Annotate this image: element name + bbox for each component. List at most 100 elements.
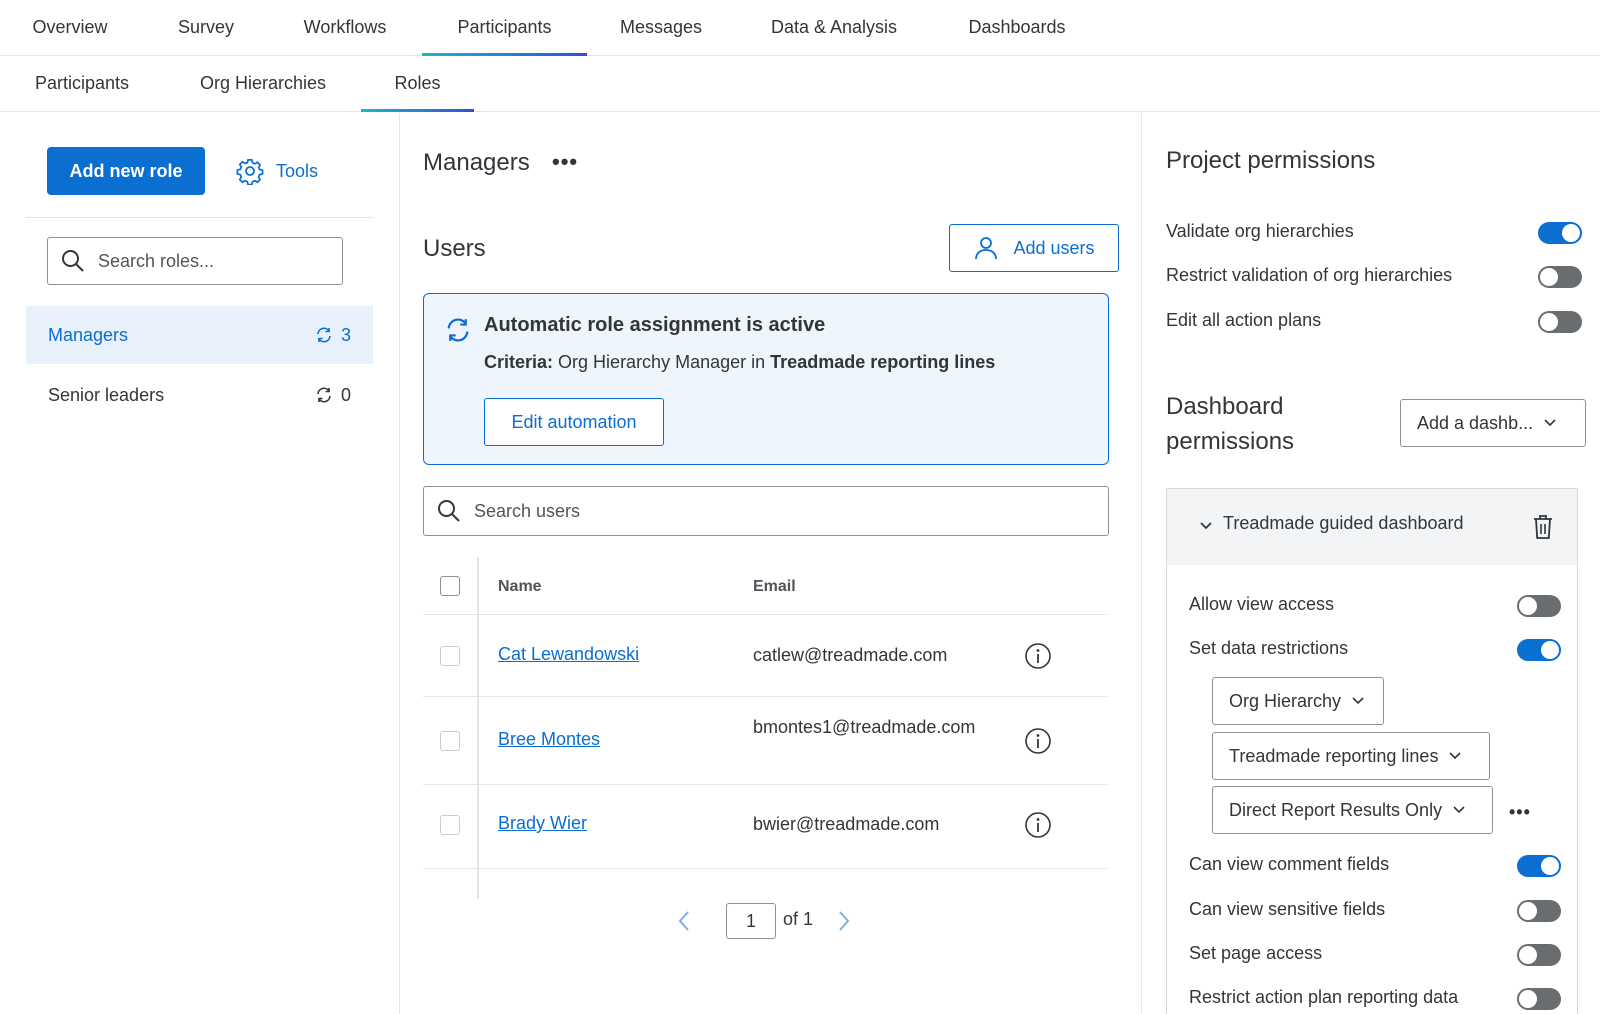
perm-label: Allow view access [1189,593,1335,614]
role-name: Senior leaders [48,384,165,405]
info-icon[interactable] [1024,642,1052,670]
restriction-field-value: Org Hierarchy [1229,690,1342,711]
user-name-link[interactable]: Bree Montes [498,729,600,750]
role-more-actions-icon[interactable]: ••• [552,151,578,173]
info-icon[interactable] [1024,727,1052,755]
perm-label: Restrict action plan reporting data [1189,986,1459,1007]
trash-icon[interactable] [1531,513,1555,541]
edit-action-plans-toggle[interactable] [1538,311,1582,333]
restriction-scope-select[interactable]: Direct Report Results Only [1212,786,1493,834]
role-item-managers[interactable]: Managers 3 [26,306,373,364]
row-checkbox[interactable] [440,731,460,751]
chevron-right-icon[interactable] [836,909,852,933]
restriction-hierarchy-value: Treadmade reporting lines [1229,745,1439,766]
user-name-link[interactable]: Brady Wier [498,813,587,834]
restriction-more-icon[interactable]: ••• [1509,803,1531,821]
validate-org-hierarchies-toggle[interactable] [1538,222,1582,244]
user-email: bmontes1@treadmade.com [753,717,976,737]
add-users-button[interactable]: Add users [949,224,1119,272]
divider [26,217,373,218]
perm-label: Can view sensitive fields [1189,898,1386,919]
perm-label: Edit all action plans [1166,309,1322,330]
search-icon [438,500,460,522]
user-email: bwier@treadmade.com [753,814,940,834]
restrict-action-plan-toggle[interactable] [1517,988,1561,1010]
page-number-input[interactable]: 1 [726,903,776,939]
subtab-roles[interactable]: Roles [361,56,474,112]
perm-label: Set page access [1189,942,1323,963]
allow-view-access-toggle[interactable] [1517,595,1561,617]
add-dashboard-select[interactable]: Add a dashb... [1400,399,1586,447]
select-all-checkbox[interactable] [440,576,460,596]
table-header: Name Email [423,557,1107,615]
perm-label: Validate org hierarchies [1166,220,1354,241]
set-data-restrictions-toggle[interactable] [1517,639,1561,661]
search-icon [62,250,84,272]
role-count: 0 [315,385,351,406]
tools-button[interactable]: Tools [236,153,318,189]
sync-icon [317,387,331,403]
edit-automation-button[interactable]: Edit automation [484,398,664,446]
criteria-in: in [751,352,766,372]
project-permissions-heading: Project permissions [1166,147,1376,174]
row-checkbox[interactable] [440,646,460,666]
tab-overview[interactable]: Overview [20,0,120,56]
criteria-value: Treadmade reporting lines [770,352,996,372]
edit-automation-label: Edit automation [511,411,637,432]
table-row: Brady Wier bwier@treadmade.com [423,785,1107,869]
tab-workflows[interactable]: Workflows [288,0,402,56]
add-users-label: Add users [1013,237,1095,258]
role-item-senior-leaders[interactable]: Senior leaders 0 [26,366,373,424]
chevron-down-icon [1453,806,1465,814]
info-icon[interactable] [1024,811,1052,839]
perm-label: Restrict validation of org hierarchies [1166,264,1453,285]
search-users-input[interactable] [474,500,1108,522]
column-header-name: Name [498,578,542,595]
auto-assignment-title: Automatic role assignment is active [484,314,826,336]
tab-dashboards[interactable]: Dashboards [952,0,1082,56]
chevron-down-icon[interactable] [1199,521,1213,531]
permissions-panel: Project permissions Validate org hierarc… [1142,113,1600,1014]
criteria-field: Org Hierarchy Manager [558,352,747,372]
tab-participants[interactable]: Participants [422,0,587,56]
chevron-down-icon [1449,752,1462,760]
tab-survey[interactable]: Survey [160,0,252,56]
dashboard-permission-card: Treadmade guided dashboard Allow view ac… [1166,488,1578,1014]
auto-assignment-criteria: Criteria: Org Hierarchy Manager in Tread… [484,352,995,373]
restriction-field-select[interactable]: Org Hierarchy [1212,677,1384,725]
search-users-field[interactable] [423,486,1109,536]
chevron-left-icon[interactable] [676,909,692,933]
view-sensitive-fields-toggle[interactable] [1517,900,1561,922]
role-name: Managers [48,324,129,345]
users-heading: Users [423,235,486,262]
dashboard-card-header[interactable]: Treadmade guided dashboard [1167,489,1577,565]
sync-icon [317,327,331,343]
roles-sidebar: Add new role Tools Managers 3 Senior lea… [0,113,400,1014]
subtab-org-hierarchies[interactable]: Org Hierarchies [188,56,338,112]
subtab-participants[interactable]: Participants [22,56,142,112]
view-comment-fields-toggle[interactable] [1517,855,1561,877]
tab-data-analysis[interactable]: Data & Analysis [756,0,912,56]
user-name-link[interactable]: Cat Lewandowski [498,644,639,665]
role-count: 3 [315,325,351,346]
perm-label: Set data restrictions [1189,637,1349,658]
row-checkbox[interactable] [440,815,460,835]
top-nav: Overview Survey Workflows Participants M… [0,0,1600,56]
search-roles-field[interactable] [47,237,343,285]
add-new-role-button[interactable]: Add new role [47,147,205,195]
role-title: Managers [423,149,530,176]
set-page-access-toggle[interactable] [1517,944,1561,966]
chevron-down-icon [1544,419,1556,427]
restrict-validation-toggle[interactable] [1538,266,1582,288]
column-header-email: Email [753,578,796,595]
tools-label: Tools [276,160,319,181]
dashboard-name: Treadmade guided dashboard [1223,513,1464,533]
tab-messages[interactable]: Messages [608,0,714,56]
search-roles-input[interactable] [98,250,342,272]
restriction-hierarchy-select[interactable]: Treadmade reporting lines [1212,732,1490,780]
role-count-value: 0 [340,384,351,405]
role-detail: Managers ••• Users Add users Automatic r… [400,113,1142,1014]
criteria-label: Criteria: [484,352,554,372]
sub-nav: Participants Org Hierarchies Roles [0,56,1600,112]
pagination: 1 of 1 [400,903,1142,943]
